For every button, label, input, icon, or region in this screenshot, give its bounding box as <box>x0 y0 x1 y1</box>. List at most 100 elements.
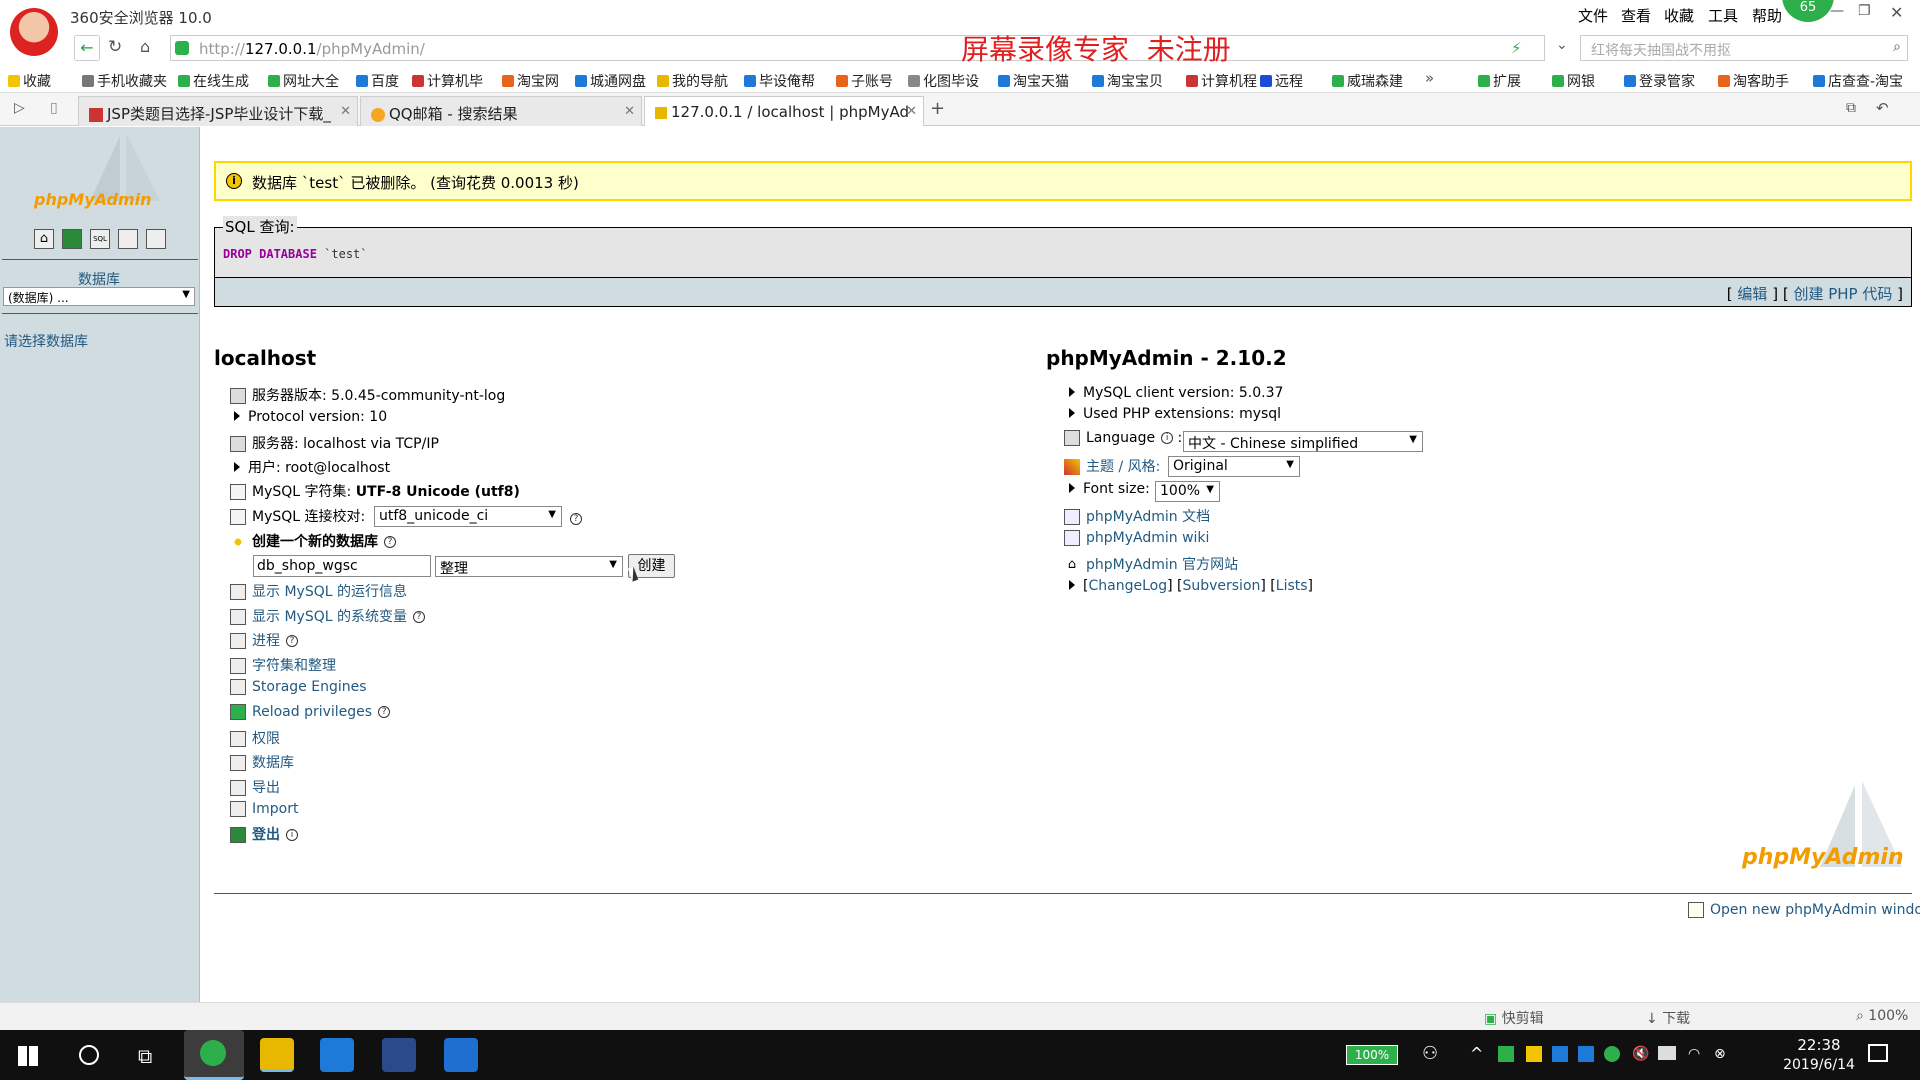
menu-tools[interactable]: 工具 <box>1708 5 1738 26</box>
databases-link[interactable]: 数据库 <box>252 755 294 771</box>
bookmark-item[interactable]: 我的导航 <box>657 71 728 91</box>
task-view-icon[interactable]: ⧉ <box>138 1044 152 1068</box>
home-button[interactable]: ⌂ <box>140 37 150 56</box>
font-size-select[interactable]: 100% <box>1155 481 1220 502</box>
variables-link[interactable]: 显示 MySQL 的系统变量 <box>252 609 407 625</box>
charset-link[interactable]: 字符集和整理 <box>252 658 336 674</box>
language-select[interactable]: 中文 - Chinese simplified <box>1183 431 1423 452</box>
doc-link[interactable]: phpMyAdmin 文档 <box>1086 509 1210 525</box>
people-icon[interactable]: ⚇ <box>1422 1043 1438 1064</box>
select-db-hint[interactable]: 请选择数据库 <box>4 331 88 351</box>
bookmark-item[interactable]: 淘宝宝贝 <box>1092 71 1163 91</box>
tab-list-icon[interactable]: ▯ <box>50 100 58 116</box>
status-link[interactable]: 显示 MySQL 的运行信息 <box>252 584 407 600</box>
app-w-icon[interactable] <box>444 1038 478 1072</box>
collation-select[interactable]: utf8_unicode_ci <box>374 506 562 527</box>
bookmark-extra-item[interactable]: 网银 <box>1552 71 1595 91</box>
bookmark-extra-item[interactable]: 店查查-淘宝 <box>1813 71 1903 91</box>
bookmark-item[interactable]: 网址大全 <box>268 71 339 91</box>
bookmark-item[interactable]: 子账号 <box>836 71 893 91</box>
bookmark-item[interactable]: 计算机程 <box>1186 71 1257 91</box>
theme-select[interactable]: Original <box>1168 456 1300 477</box>
edit-link[interactable]: 编辑 <box>1737 285 1767 303</box>
back-button[interactable]: ← <box>74 35 100 61</box>
bookmark-extra-item[interactable]: 登录管家 <box>1624 71 1695 91</box>
close-tab-icon[interactable]: ✕ <box>624 104 635 119</box>
privileges-link[interactable]: 权限 <box>252 731 280 747</box>
help-icon[interactable]: ? <box>378 706 391 718</box>
home-icon[interactable]: ⌂ <box>34 229 54 249</box>
reload-nav-icon[interactable] <box>146 229 166 249</box>
bookmark-item[interactable]: 收藏 <box>8 71 51 91</box>
reload-privileges-link[interactable]: Reload privileges <box>252 704 372 720</box>
bookmark-item[interactable]: 化图毕设 <box>908 71 979 91</box>
tab-qqmail[interactable]: QQ邮箱 - 搜索结果 ✕ <box>360 96 642 126</box>
engines-link[interactable]: Storage Engines <box>252 679 367 695</box>
tray-expand-icon[interactable]: ^ <box>1470 1044 1483 1063</box>
bookmark-item[interactable]: 百度 <box>356 71 399 91</box>
bookmark-item[interactable]: 在线生成 <box>178 71 249 91</box>
quick-clip-button[interactable]: ▣ 快剪辑 <box>1484 1008 1544 1028</box>
info-icon[interactable]: i <box>1161 432 1174 444</box>
new-db-collation-select[interactable]: 整理 <box>435 556 623 577</box>
wiki-link[interactable]: phpMyAdmin wiki <box>1086 530 1209 546</box>
bookmark-item[interactable]: 远程 <box>1260 71 1303 91</box>
db-select[interactable]: (数据库) ... ▼ <box>3 287 195 306</box>
subversion-link[interactable]: Subversion <box>1182 578 1260 594</box>
tab-jsp[interactable]: JSP类题目选择-JSP毕业设计下载_ ✕ <box>78 96 358 126</box>
sql-icon[interactable]: SQL <box>90 229 110 249</box>
battery-indicator[interactable]: 100% <box>1346 1045 1398 1065</box>
lists-link[interactable]: Lists <box>1276 578 1308 594</box>
site-link[interactable]: phpMyAdmin 官方网站 <box>1086 557 1238 573</box>
bookmark-item[interactable]: 毕设俺帮 <box>744 71 815 91</box>
menu-help[interactable]: 帮助 <box>1752 5 1782 26</box>
tab-phpmyadmin[interactable]: 127.0.0.1 / localhost | phpMyAd ✕ <box>644 96 924 126</box>
bookmark-extra-item[interactable]: 扩展 <box>1478 71 1521 91</box>
minimize-button[interactable]: — <box>1830 3 1844 19</box>
search-input[interactable]: 红将每天抽国战不用抠 ⌕ <box>1580 35 1908 61</box>
export-link[interactable]: 导出 <box>252 780 280 796</box>
maximize-button[interactable]: ❐ <box>1858 3 1871 19</box>
url-dropdown-icon[interactable]: ⌄ <box>1556 37 1568 53</box>
sidebar-toggle-icon[interactable]: ▷ <box>14 100 25 116</box>
url-field[interactable]: http://127.0.0.1/phpMyAdmin/ 屏幕录像专家 未注册 … <box>170 33 1545 66</box>
speed-icon[interactable]: ⚡ <box>1511 39 1522 57</box>
bookmark-item[interactable]: 城通网盘 <box>575 71 646 91</box>
pma-footer-logo[interactable]: phpMyAdmin <box>1742 845 1904 870</box>
search-icon[interactable]: ⌕ <box>1893 39 1901 55</box>
app-s-icon[interactable] <box>382 1038 416 1072</box>
new-tab-button[interactable]: + <box>930 98 945 119</box>
bookmark-extra-item[interactable]: 淘客助手 <box>1718 71 1789 91</box>
import-link[interactable]: Import <box>252 801 298 817</box>
app-u-icon[interactable] <box>320 1038 354 1072</box>
help-icon[interactable]: ? <box>286 635 298 647</box>
bookmark-item[interactable]: 淘宝天猫 <box>998 71 1069 91</box>
pma-logo-text[interactable]: phpMyAdmin <box>34 190 152 209</box>
user-avatar[interactable] <box>10 8 58 56</box>
help-icon[interactable]: ? <box>412 611 425 623</box>
create-php-link[interactable]: 创建 PHP 代码 <box>1793 285 1892 303</box>
tray-apps[interactable]: 🔇 ◠ ⊗ <box>1498 1046 1748 1064</box>
close-tab-icon[interactable]: ✕ <box>906 104 917 119</box>
clock-time[interactable]: 22:38 <box>1784 1036 1854 1054</box>
new-db-name-input[interactable]: db_shop_wgsc <box>253 555 431 577</box>
file-explorer-icon[interactable] <box>260 1038 294 1072</box>
logout-link[interactable]: 登出 <box>252 827 280 843</box>
bookmark-item[interactable]: 淘宝网 <box>502 71 559 91</box>
windows-start-icon[interactable] <box>18 1046 38 1066</box>
help-icon[interactable]: ? <box>570 513 582 525</box>
clock-date[interactable]: 2019/6/14 <box>1774 1057 1864 1073</box>
action-center-icon[interactable] <box>1868 1044 1888 1062</box>
browser-360-icon[interactable] <box>184 1030 244 1080</box>
processes-link[interactable]: 进程 <box>252 633 280 649</box>
bookmark-item[interactable]: 手机收藏夹 <box>82 71 167 91</box>
zoom-level[interactable]: ⌕ 100% <box>1856 1008 1908 1024</box>
close-window-button[interactable]: ✕ <box>1890 3 1903 22</box>
bookmark-item[interactable]: 威瑞森建 <box>1332 71 1403 91</box>
menu-file[interactable]: 文件 <box>1578 5 1608 26</box>
close-tab-icon[interactable]: ✕ <box>340 104 351 119</box>
bookmarks-more-icon[interactable]: » <box>1425 69 1434 87</box>
undo-close-icon[interactable]: ↶ <box>1876 99 1889 117</box>
open-window-link[interactable]: Open new phpMyAdmin window <box>1710 902 1920 918</box>
cortana-icon[interactable] <box>79 1045 99 1065</box>
